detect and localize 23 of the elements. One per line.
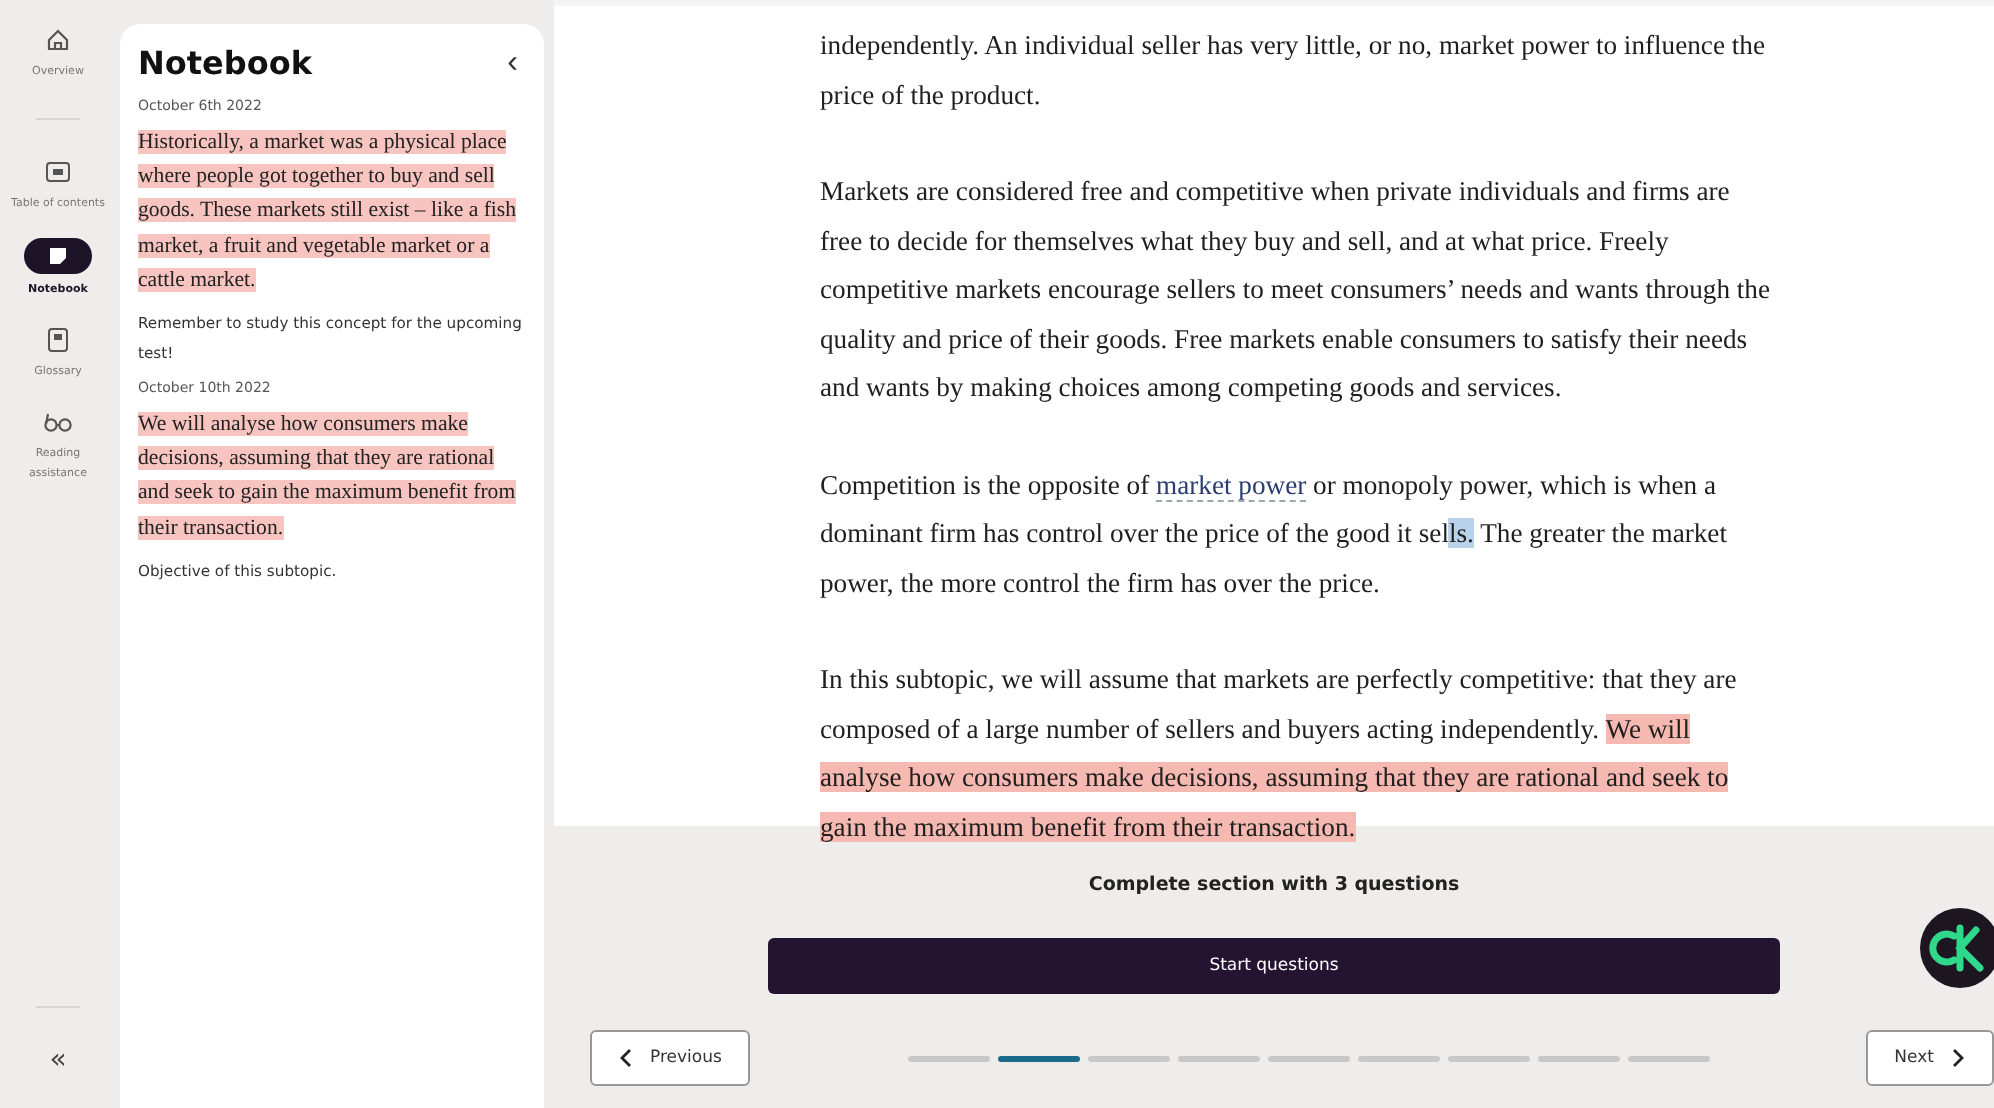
tablet-icon: [45, 162, 70, 182]
chevron-left-icon: [618, 1048, 634, 1068]
glossary-link[interactable]: market power: [1156, 469, 1307, 501]
paragraph: Markets are considered free and competitive when private individuals and firms are free to decide for themselves what they buy and sell, and at what price. Freely competitive markets encourage sellers to meet consumers’ needs and wants through the quality and price of their goods. Free markets enable consumers to satisfy their needs and wants by making choices among competing goods and services.: [820, 174, 1770, 406]
glasses-icon: [44, 412, 72, 432]
previous-button[interactable]: Previous: [590, 1030, 750, 1086]
close-panel-button[interactable]: ‹: [499, 45, 526, 81]
paragraph: Competition is the opposite of market power or monopoly power, which is when a dominant firm has control over the price of the good it sells. The greater the market power, the more control the firm has over the price.: [820, 467, 1729, 602]
next-button[interactable]: Next: [1866, 1030, 1994, 1086]
start-questions-button[interactable]: Start questions: [768, 938, 1780, 994]
paragraph: In this subtopic, we will assume that markets are perfectly competitive: that they are composed of a large number of sellers and buyers acting independently. We will analyse how consumers make decisions, assuming that they are rational and seek to gain the maximum benefit from their transaction.: [820, 662, 1739, 846]
collapse-button[interactable]: «: [49, 1044, 67, 1108]
assistant-logo-icon[interactable]: [1920, 908, 1994, 988]
panel-title: Notebook: [138, 44, 312, 82]
book-icon: [48, 328, 68, 352]
home-icon: [46, 28, 70, 52]
progress-segment[interactable]: [997, 1055, 1080, 1061]
highlighted-excerpt: We will analyse how consumers make decisions, assuming that they are rational and seek to gain the maximum benefit from their transaction.: [138, 410, 518, 544]
highlighted-excerpt: Historically, a market was a physical place where people got together to buy and sell goods. These markets still exist – like a fish market, a fruit and vegetable market or a cattle market.: [138, 128, 519, 296]
chevron-right-icon: [1949, 1048, 1966, 1068]
paragraph: independently. An individual seller has very little, or no, market power to influence the price of the product.: [820, 28, 1768, 114]
section-prompt: Complete section with 3 questions: [1088, 874, 1460, 900]
note-icon: [48, 246, 68, 266]
